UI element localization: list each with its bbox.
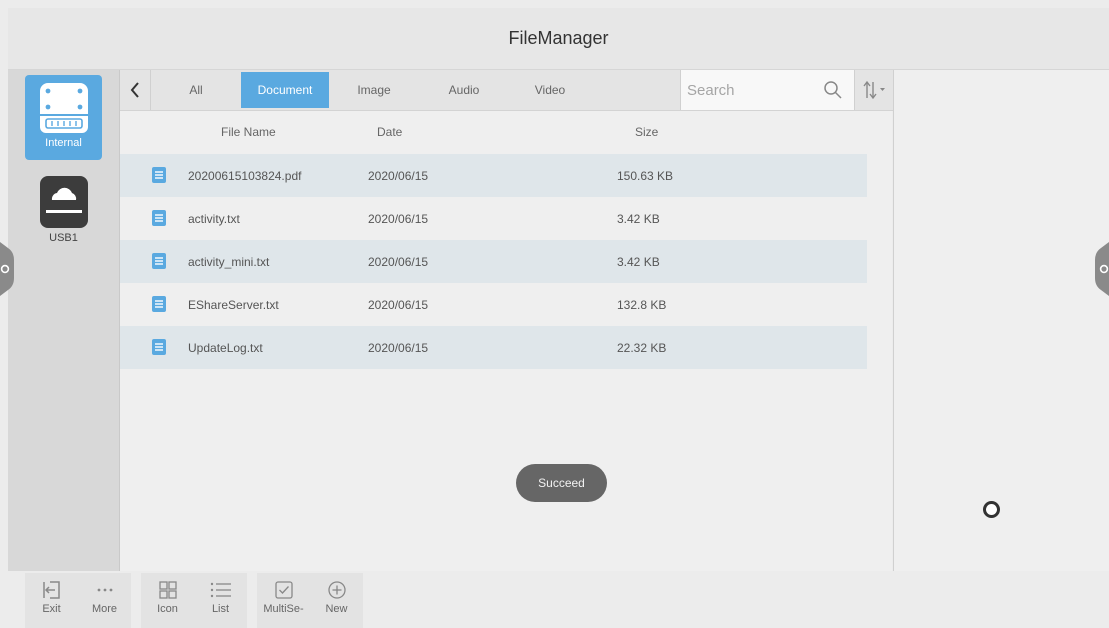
file-size: 22.32 KB bbox=[617, 341, 667, 355]
toolbar-group-view: Icon List bbox=[141, 573, 247, 628]
right-side-pull-tab[interactable] bbox=[1095, 242, 1109, 296]
file-name: UpdateLog.txt bbox=[188, 341, 263, 355]
tab-audio[interactable]: Audio bbox=[419, 72, 509, 108]
file-name: 20200615103824.pdf bbox=[188, 169, 302, 183]
checkbox-icon bbox=[274, 581, 293, 599]
more-dots-icon bbox=[97, 588, 112, 592]
document-file-icon bbox=[152, 339, 166, 355]
toolbar-group-navigation: Exit More bbox=[25, 573, 131, 628]
usb-cloud-drive-icon bbox=[39, 176, 88, 228]
file-list-panel: All Document Image Audio Video File Name… bbox=[120, 70, 902, 571]
document-file-icon bbox=[152, 210, 166, 226]
icon-view-button[interactable]: Icon bbox=[141, 573, 194, 628]
column-header-date[interactable]: Date bbox=[377, 125, 402, 139]
file-name: activity.txt bbox=[188, 212, 240, 226]
file-date: 2020/06/15 bbox=[368, 255, 429, 269]
new-label: New bbox=[325, 603, 348, 615]
tab-video[interactable]: Video bbox=[500, 72, 600, 108]
sort-icon bbox=[863, 80, 885, 100]
device-usb1[interactable]: USB1 bbox=[25, 170, 102, 255]
file-date: 2020/06/15 bbox=[368, 212, 429, 226]
category-tab-bar: All Document Image Audio Video bbox=[120, 70, 902, 111]
tab-document[interactable]: Document bbox=[241, 72, 329, 108]
file-date: 2020/06/15 bbox=[368, 169, 429, 183]
toolbar-group-actions: MultiSe- New bbox=[257, 573, 363, 628]
chevron-left-icon bbox=[130, 82, 139, 98]
grid-icon bbox=[158, 581, 177, 599]
file-size: 150.63 KB bbox=[617, 169, 674, 183]
bottom-toolbar: Exit More Icon List MultiSe- New bbox=[25, 573, 373, 628]
new-button[interactable]: New bbox=[310, 573, 363, 628]
search-input[interactable] bbox=[685, 78, 819, 102]
multiselect-button[interactable]: MultiSe- bbox=[257, 573, 310, 628]
tab-all[interactable]: All bbox=[151, 72, 241, 108]
document-file-icon bbox=[152, 167, 166, 183]
tab-image[interactable]: Image bbox=[329, 72, 419, 108]
exit-button[interactable]: Exit bbox=[25, 573, 78, 628]
hard-drive-icon bbox=[39, 83, 88, 133]
more-label: More bbox=[91, 603, 118, 615]
file-name: activity_mini.txt bbox=[188, 255, 270, 269]
device-label: USB1 bbox=[49, 232, 78, 244]
icon-view-label: Icon bbox=[157, 603, 178, 615]
device-sidebar: Internal USB1 bbox=[8, 70, 120, 571]
file-row[interactable]: activity.txt 2020/06/15 3.42 KB bbox=[120, 197, 867, 240]
search-icon[interactable] bbox=[823, 80, 843, 100]
list-icon bbox=[210, 582, 231, 598]
left-side-pull-tab[interactable] bbox=[0, 242, 14, 296]
device-label: Internal bbox=[45, 137, 82, 149]
list-view-button[interactable]: List bbox=[194, 573, 247, 628]
file-date: 2020/06/15 bbox=[368, 341, 429, 355]
file-date: 2020/06/15 bbox=[368, 298, 429, 312]
document-file-icon bbox=[152, 253, 166, 269]
more-button[interactable]: More bbox=[78, 573, 131, 628]
exit-icon bbox=[42, 581, 60, 599]
file-row[interactable]: UpdateLog.txt 2020/06/15 22.32 KB bbox=[120, 326, 867, 369]
device-internal[interactable]: Internal bbox=[25, 75, 102, 160]
document-file-icon bbox=[152, 296, 166, 312]
add-circle-icon bbox=[327, 581, 346, 599]
file-name: EShareServer.txt bbox=[188, 298, 279, 312]
exit-label: Exit bbox=[42, 603, 61, 615]
file-row[interactable]: EShareServer.txt 2020/06/15 132.8 KB bbox=[120, 283, 867, 326]
floating-touch-indicator[interactable] bbox=[983, 501, 1000, 518]
preview-pane bbox=[893, 70, 1109, 571]
toast-message: Succeed bbox=[516, 464, 607, 502]
file-size: 3.42 KB bbox=[617, 212, 660, 226]
column-header-name[interactable]: File Name bbox=[221, 125, 276, 139]
file-row[interactable]: 20200615103824.pdf 2020/06/15 150.63 KB bbox=[120, 154, 867, 197]
sort-button[interactable] bbox=[854, 70, 893, 110]
list-view-label: List bbox=[211, 603, 230, 615]
app-title: FileManager bbox=[508, 28, 609, 48]
column-header-size[interactable]: Size bbox=[635, 125, 658, 139]
multiselect-label: MultiSe- bbox=[263, 603, 304, 615]
search-box bbox=[680, 70, 855, 110]
file-row[interactable]: activity_mini.txt 2020/06/15 3.42 KB bbox=[120, 240, 867, 283]
file-size: 3.42 KB bbox=[617, 255, 660, 269]
back-button[interactable] bbox=[120, 70, 151, 110]
file-size: 132.8 KB bbox=[617, 298, 667, 312]
title-bar: FileManager bbox=[8, 8, 1109, 70]
